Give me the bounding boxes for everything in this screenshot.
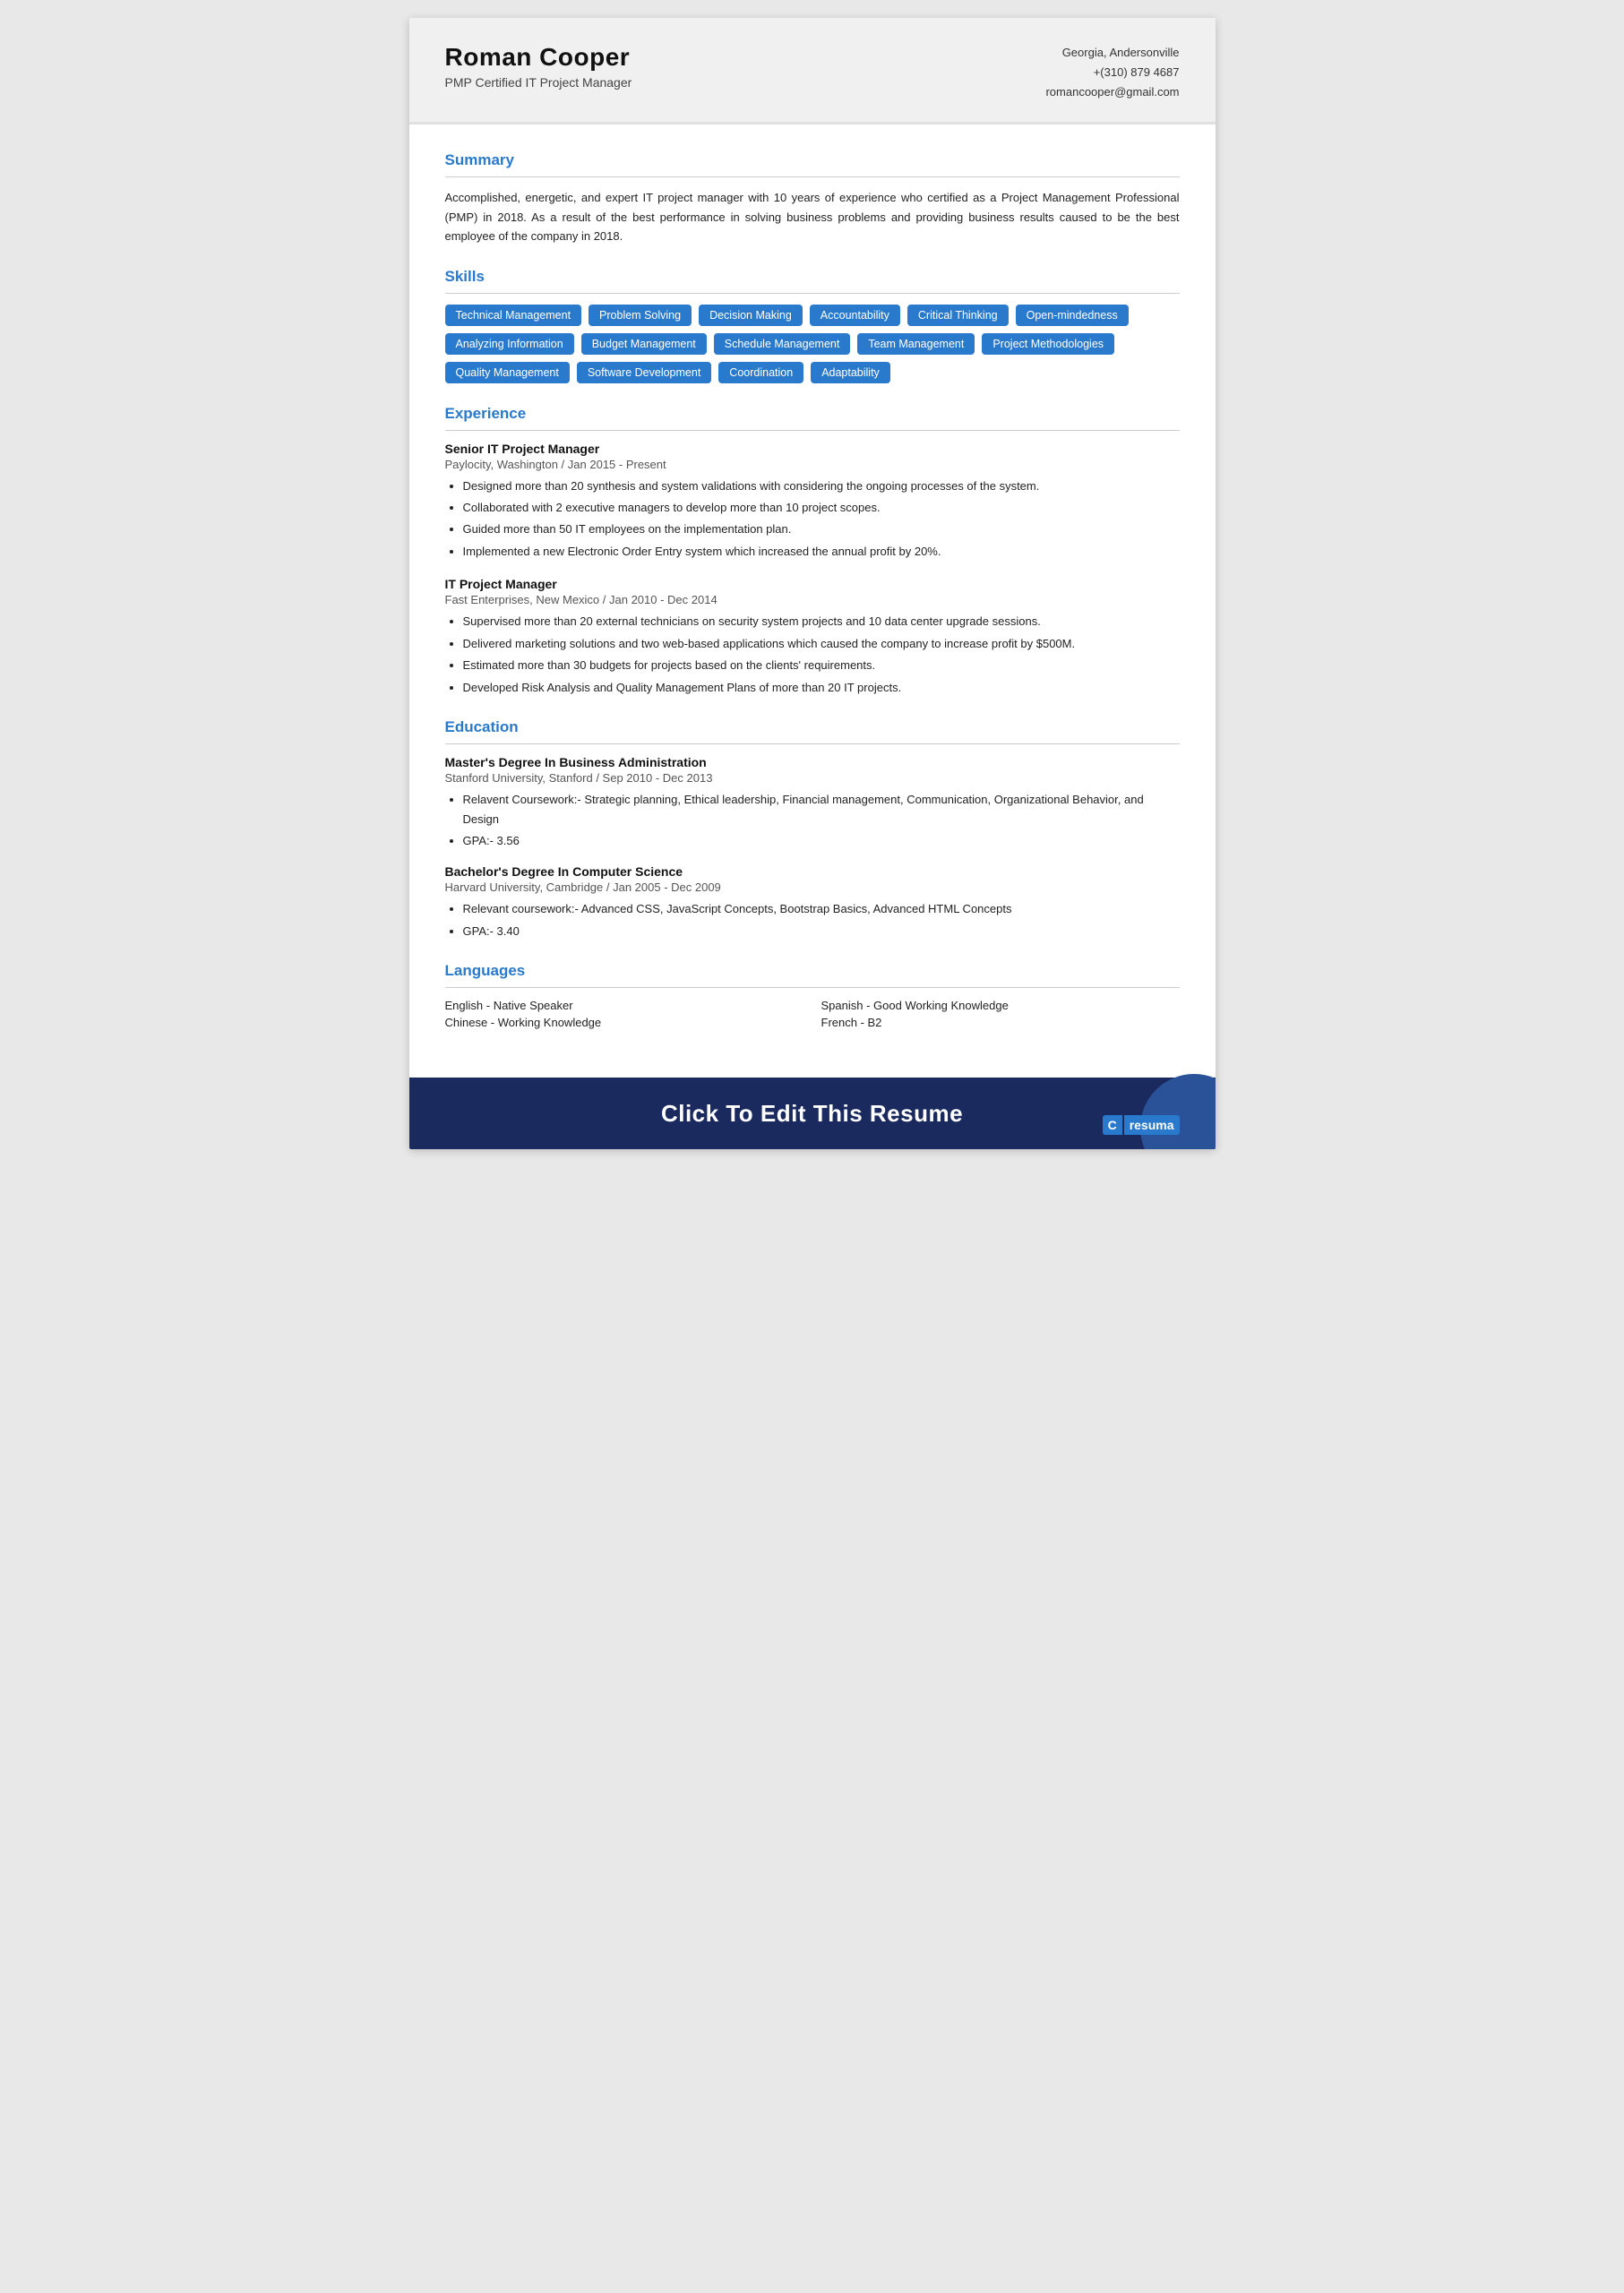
education-entry: Master's Degree In Business Administrati… bbox=[445, 755, 1180, 850]
edu-meta: Stanford University, Stanford / Sep 2010… bbox=[445, 771, 1180, 785]
resume-body: Summary Accomplished, energetic, and exp… bbox=[409, 125, 1216, 1078]
header-right: Georgia, Andersonville +(310) 879 4687 r… bbox=[1045, 43, 1179, 102]
languages-grid: English - Native Speaker Spanish - Good W… bbox=[445, 999, 1180, 1029]
edu-bullet: GPA:- 3.40 bbox=[463, 922, 1180, 940]
job-bullet: Delivered marketing solutions and two we… bbox=[463, 634, 1180, 653]
skills-container: Technical Management Problem Solving Decis… bbox=[445, 305, 1180, 383]
job-title: IT Project Manager bbox=[445, 577, 1180, 591]
skill-badge: Coordination bbox=[718, 362, 803, 383]
language-item: Spanish - Good Working Knowledge bbox=[821, 999, 1180, 1012]
skill-badge: Decision Making bbox=[699, 305, 803, 326]
job-meta: Fast Enterprises, New Mexico / Jan 2010 … bbox=[445, 593, 1180, 606]
language-item: French - B2 bbox=[821, 1016, 1180, 1029]
cta-text: Click To Edit This Resume bbox=[661, 1100, 963, 1128]
skill-badge: Open-mindedness bbox=[1016, 305, 1129, 326]
edu-bullets: Relevant coursework:- Advanced CSS, Java… bbox=[445, 899, 1180, 940]
job-bullet: Supervised more than 20 external technic… bbox=[463, 612, 1180, 631]
edu-bullet: Relavent Coursework:- Strategic planning… bbox=[463, 790, 1180, 829]
skill-badge: Analyzing Information bbox=[445, 333, 574, 355]
skill-badge: Software Development bbox=[577, 362, 711, 383]
summary-section: Summary Accomplished, energetic, and exp… bbox=[445, 151, 1180, 245]
edu-degree: Master's Degree In Business Administrati… bbox=[445, 755, 1180, 769]
edu-bullets: Relavent Coursework:- Strategic planning… bbox=[445, 790, 1180, 850]
candidate-name: Roman Cooper bbox=[445, 43, 632, 72]
job-entry: Senior IT Project Manager Paylocity, Was… bbox=[445, 442, 1180, 562]
candidate-location: Georgia, Andersonville bbox=[1045, 43, 1179, 63]
candidate-email: romancooper@gmail.com bbox=[1045, 82, 1179, 102]
job-entry: IT Project Manager Fast Enterprises, New… bbox=[445, 577, 1180, 697]
languages-section: Languages English - Native Speaker Spanis… bbox=[445, 962, 1180, 1029]
experience-divider bbox=[445, 430, 1180, 431]
job-bullet: Collaborated with 2 executive managers t… bbox=[463, 498, 1180, 517]
skill-badge: Accountability bbox=[810, 305, 900, 326]
edu-degree: Bachelor's Degree In Computer Science bbox=[445, 864, 1180, 879]
languages-divider bbox=[445, 987, 1180, 988]
skill-badge: Project Methodologies bbox=[982, 333, 1114, 355]
job-bullet: Estimated more than 30 budgets for proje… bbox=[463, 656, 1180, 674]
edu-bullet: Relevant coursework:- Advanced CSS, Java… bbox=[463, 899, 1180, 918]
candidate-title: PMP Certified IT Project Manager bbox=[445, 75, 632, 90]
job-bullet: Developed Risk Analysis and Quality Mana… bbox=[463, 678, 1180, 697]
education-divider bbox=[445, 743, 1180, 744]
skill-badge: Problem Solving bbox=[589, 305, 692, 326]
header-left: Roman Cooper PMP Certified IT Project Ma… bbox=[445, 43, 632, 90]
summary-divider bbox=[445, 176, 1180, 177]
job-bullets: Designed more than 20 synthesis and syst… bbox=[445, 477, 1180, 562]
summary-text: Accomplished, energetic, and expert IT p… bbox=[445, 188, 1180, 245]
experience-section-title: Experience bbox=[445, 405, 1180, 423]
job-bullets: Supervised more than 20 external technic… bbox=[445, 612, 1180, 697]
skills-section-title: Skills bbox=[445, 268, 1180, 286]
job-meta: Paylocity, Washington / Jan 2015 - Prese… bbox=[445, 458, 1180, 471]
skill-badge: Technical Management bbox=[445, 305, 582, 326]
education-section-title: Education bbox=[445, 718, 1180, 736]
language-item: English - Native Speaker bbox=[445, 999, 803, 1012]
language-item: Chinese - Working Knowledge bbox=[445, 1016, 803, 1029]
skill-badge: Quality Management bbox=[445, 362, 570, 383]
skill-badge: Critical Thinking bbox=[907, 305, 1009, 326]
skill-badge: Budget Management bbox=[581, 333, 707, 355]
job-bullet: Designed more than 20 synthesis and syst… bbox=[463, 477, 1180, 495]
education-entry: Bachelor's Degree In Computer Science Ha… bbox=[445, 864, 1180, 940]
edu-meta: Harvard University, Cambridge / Jan 2005… bbox=[445, 880, 1180, 894]
skill-badge: Team Management bbox=[857, 333, 975, 355]
skills-divider bbox=[445, 293, 1180, 294]
resume-header: Roman Cooper PMP Certified IT Project Ma… bbox=[409, 18, 1216, 125]
job-title: Senior IT Project Manager bbox=[445, 442, 1180, 456]
footer-cta[interactable]: Click To Edit This Resume C resuma bbox=[409, 1078, 1216, 1149]
summary-section-title: Summary bbox=[445, 151, 1180, 169]
languages-section-title: Languages bbox=[445, 962, 1180, 980]
resume-page: Roman Cooper PMP Certified IT Project Ma… bbox=[409, 18, 1216, 1149]
education-section: Education Master's Degree In Business Ad… bbox=[445, 718, 1180, 940]
experience-container: Senior IT Project Manager Paylocity, Was… bbox=[445, 442, 1180, 698]
candidate-phone: +(310) 879 4687 bbox=[1045, 63, 1179, 82]
footer-inner: Click To Edit This Resume bbox=[445, 1100, 1180, 1128]
job-bullet: Guided more than 50 IT employees on the … bbox=[463, 520, 1180, 538]
skills-section: Skills Technical Management Problem Solvi… bbox=[445, 268, 1180, 383]
edu-bullet: GPA:- 3.56 bbox=[463, 831, 1180, 850]
experience-section: Experience Senior IT Project Manager Pay… bbox=[445, 405, 1180, 698]
skill-badge: Adaptability bbox=[811, 362, 890, 383]
education-container: Master's Degree In Business Administrati… bbox=[445, 755, 1180, 940]
job-bullet: Implemented a new Electronic Order Entry… bbox=[463, 542, 1180, 561]
skill-badge: Schedule Management bbox=[714, 333, 851, 355]
